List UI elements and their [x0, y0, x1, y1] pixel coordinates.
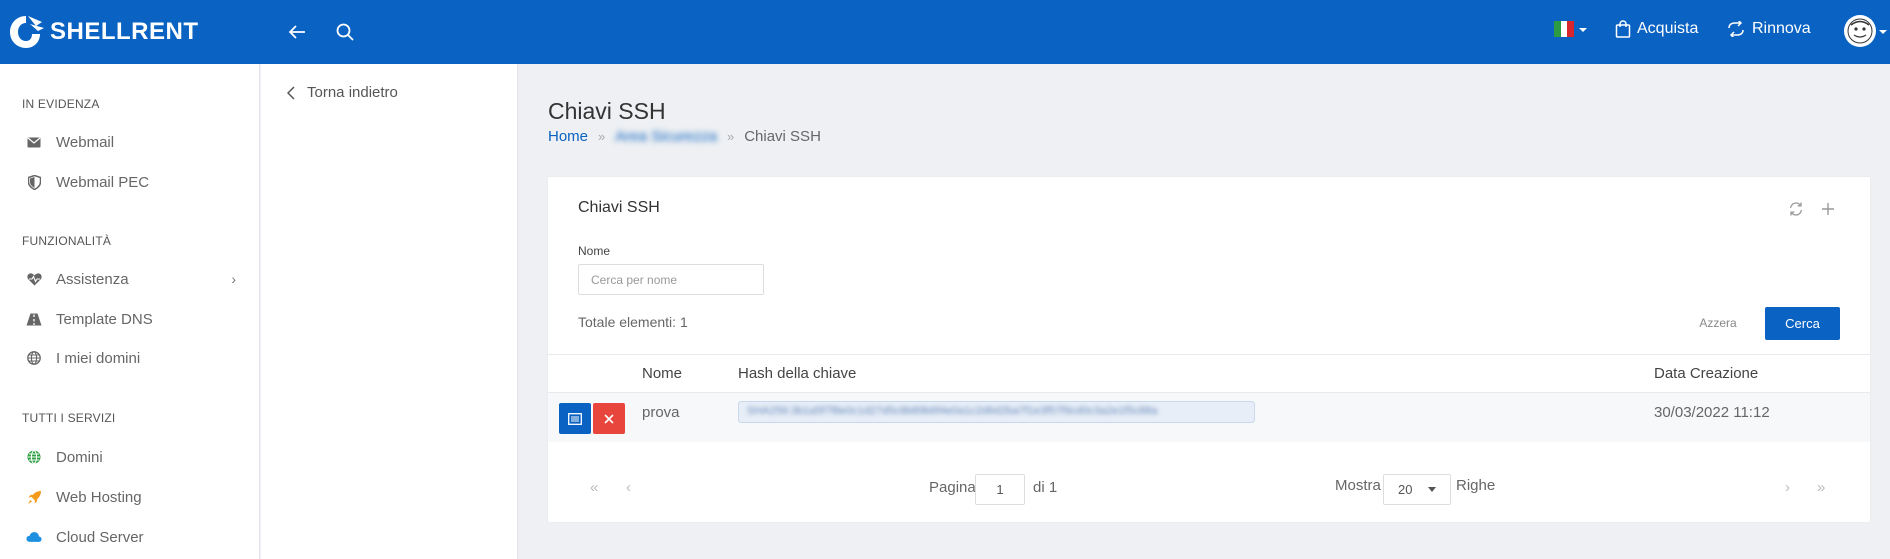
sidebar-section-featured: IN EVIDENZA — [22, 97, 100, 111]
sidebar-item-label: Domini — [56, 448, 103, 466]
top-bar: SHELLRENT Acquista Rinnova — [0, 0, 1890, 64]
sidebar-item-webmail[interactable]: Webmail — [26, 130, 236, 154]
page-number-input[interactable] — [975, 474, 1025, 505]
sidebar-section-services: TUTTI I SERVIZI — [22, 411, 116, 425]
breadcrumb-parent[interactable]: Area Sicurezza — [615, 128, 717, 145]
buy-link[interactable]: Acquista — [1615, 20, 1698, 38]
back-link[interactable]: Torna indietro — [287, 84, 398, 101]
heart-pulse-icon — [26, 271, 42, 287]
brand-logo[interactable]: SHELLRENT — [6, 8, 199, 56]
back-link-label: Torna indietro — [307, 84, 398, 101]
details-button[interactable] — [559, 403, 591, 434]
sidebar-item-webmail-pec[interactable]: Webmail PEC — [26, 170, 236, 194]
table-row: prova SHA256:3b1a5f7f8e0c1d27d5c8b89b6f4… — [548, 393, 1870, 442]
rows-per-page-select[interactable]: 20 — [1383, 474, 1451, 505]
page-label: Pagina — [929, 479, 976, 496]
pager-next-icon[interactable]: › — [1785, 479, 1790, 496]
breadcrumb-current: Chiavi SSH — [744, 128, 821, 145]
sidebar-item-label: I miei domini — [56, 349, 141, 367]
sidebar: IN EVIDENZA Webmail Webmail PEC FUNZIONA… — [0, 64, 260, 559]
brand-name: SHELLRENT — [50, 18, 199, 45]
name-filter-label: Nome — [578, 244, 611, 258]
rocket-icon — [26, 489, 42, 505]
row-hash-value: SHA256:3b1a5f7f8e0c1d27d5c8b89b6f4e0a1c2… — [747, 405, 1158, 417]
pager-prev-icon[interactable]: ‹ — [626, 479, 631, 496]
breadcrumb-separator: » — [726, 129, 735, 144]
user-caret-icon[interactable] — [1879, 30, 1887, 34]
road-icon — [26, 311, 42, 327]
refresh-icon[interactable] — [1786, 199, 1806, 219]
delete-button[interactable] — [593, 403, 625, 434]
pager-first-icon[interactable]: « — [590, 479, 598, 496]
shell-logo-icon — [10, 16, 44, 48]
search-button[interactable]: Cerca — [1765, 307, 1840, 340]
ssh-keys-card: Chiavi SSH Nome Totale elementi: 1 Azzer… — [548, 177, 1870, 522]
language-flag-icon[interactable] — [1554, 21, 1575, 37]
breadcrumb-separator: » — [598, 129, 606, 144]
cloud-icon — [26, 529, 42, 545]
rows-per-page-value: 20 — [1398, 482, 1413, 497]
close-icon — [604, 413, 614, 424]
card-title: Chiavi SSH — [578, 199, 660, 216]
add-icon[interactable] — [1818, 199, 1838, 219]
refresh-icon — [1728, 21, 1744, 37]
back-arrow-icon[interactable] — [284, 19, 310, 45]
reset-button[interactable]: Azzera — [1687, 307, 1749, 339]
rows-label: Righe — [1456, 477, 1496, 494]
search-icon[interactable] — [332, 19, 358, 45]
shopping-bag-icon — [1615, 20, 1631, 38]
sidebar-section-features: FUNZIONALITÀ — [22, 234, 112, 248]
sidebar-item-label: Webmail — [56, 133, 115, 151]
list-icon — [568, 412, 582, 425]
globe-green-icon — [26, 449, 42, 465]
pager-last-icon[interactable]: » — [1817, 479, 1825, 496]
sidebar-item-template-dns[interactable]: Template DNS — [26, 307, 236, 331]
avatar-face-icon — [1847, 18, 1873, 44]
sidebar-item-i-miei-domini[interactable]: I miei domini — [26, 346, 236, 370]
row-created: 30/03/2022 11:12 — [1654, 404, 1770, 421]
total-items: Totale elementi: 1 — [578, 314, 688, 330]
shield-icon — [26, 174, 42, 190]
globe-icon — [26, 350, 42, 366]
user-avatar[interactable] — [1844, 15, 1876, 47]
renew-link[interactable]: Rinnova — [1726, 20, 1811, 38]
show-label: Mostra — [1335, 477, 1381, 494]
row-name: prova — [642, 404, 680, 421]
sidebar-item-cloud-server[interactable]: Cloud Server — [26, 525, 236, 549]
column-created[interactable]: Data Creazione — [1654, 365, 1758, 382]
column-name[interactable]: Nome — [642, 365, 682, 382]
sidebar-item-domini[interactable]: Domini — [26, 445, 236, 469]
sidebar-item-label: Web Hosting — [56, 488, 142, 506]
buy-label: Acquista — [1637, 20, 1699, 37]
breadcrumb-home[interactable]: Home — [548, 128, 588, 145]
sidebar-item-label: Cloud Server — [56, 528, 144, 546]
sidebar-item-web-hosting[interactable]: Web Hosting — [26, 485, 236, 509]
sidebar-item-assistenza[interactable]: Assistenza › — [26, 267, 236, 291]
page-title: Chiavi SSH — [548, 98, 666, 124]
chevron-right-icon: › — [231, 271, 236, 287]
row-hash: SHA256:3b1a5f7f8e0c1d27d5c8b89b6f4e0a1c2… — [738, 401, 1255, 423]
language-caret-icon[interactable] — [1579, 28, 1587, 32]
table-header: Nome Hash della chiave Data Creazione — [548, 354, 1870, 393]
renew-label: Rinnova — [1752, 20, 1811, 37]
chevron-left-icon — [287, 85, 295, 100]
sidebar-item-label: Assistenza — [56, 270, 129, 288]
sidebar-item-label: Webmail PEC — [56, 173, 150, 191]
name-search-input[interactable] — [578, 264, 764, 295]
page-of-label: di 1 — [1033, 479, 1058, 496]
sub-navigation: Torna indietro — [261, 64, 518, 559]
mail-icon — [26, 134, 42, 150]
sidebar-item-label: Template DNS — [56, 310, 153, 328]
chevron-down-icon — [1428, 487, 1436, 492]
breadcrumb: Home » Area Sicurezza » Chiavi SSH — [548, 128, 821, 145]
column-hash[interactable]: Hash della chiave — [738, 365, 856, 382]
